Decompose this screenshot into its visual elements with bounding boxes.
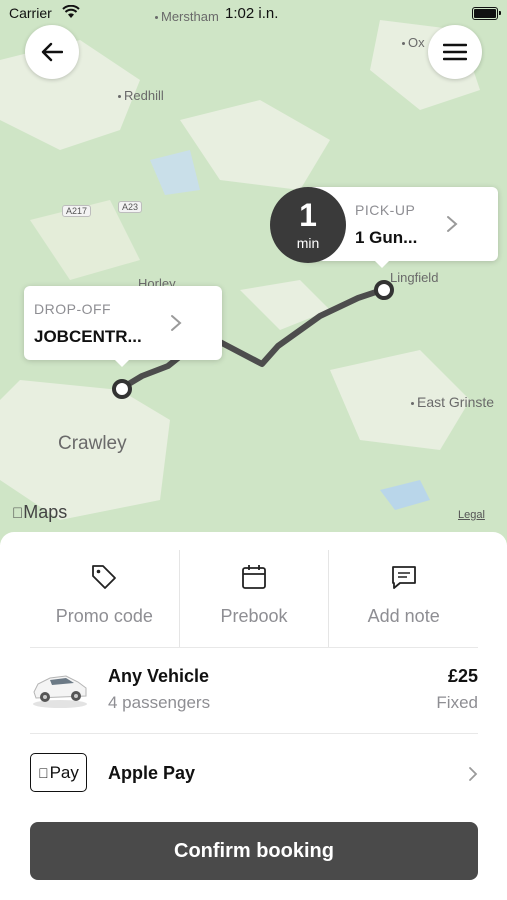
vehicle-name: Any Vehicle [108, 666, 210, 686]
dropoff-callout[interactable]: DROP-OFF JOBCENTR... [24, 286, 222, 360]
apple-icon:  [12, 505, 23, 522]
promo-code-label: Promo code [55, 606, 153, 626]
carrier-label: Carrier [9, 5, 52, 21]
prebook-label: Prebook [220, 606, 288, 626]
back-button[interactable] [25, 25, 79, 79]
menu-button[interactable] [428, 25, 482, 79]
vehicle-price: £25 [447, 666, 478, 686]
car-icon [33, 675, 87, 708]
dropoff-address: JOBCENTR... [34, 327, 142, 346]
chevron-right-icon [469, 767, 478, 781]
back-arrow-icon [41, 42, 63, 62]
pickup-callout-pointer [374, 260, 390, 268]
eta-value: 1 [299, 197, 317, 233]
dropoff-callout-pointer [114, 359, 130, 367]
prebook-button[interactable]: Prebook [178, 550, 329, 648]
wifi-icon [62, 5, 80, 18]
add-note-label: Add note [367, 606, 440, 626]
legal-link[interactable]: Legal [458, 509, 485, 521]
promo-code-button[interactable]: Promo code [30, 550, 179, 648]
tag-icon [92, 565, 117, 589]
payment-method-row[interactable]: Pay Apple Pay [30, 734, 478, 818]
payment-method-label: Apple Pay [108, 763, 196, 783]
chevron-right-icon [447, 216, 458, 232]
chevron-right-icon [171, 315, 182, 331]
status-bar: Carrier 1:02 i.n. [0, 0, 507, 28]
pickup-address: 1 Gun... [355, 228, 418, 247]
dropoff-marker [112, 379, 132, 399]
dropoff-label: DROP-OFF [34, 301, 112, 317]
battery-icon [472, 7, 501, 20]
message-icon [391, 566, 416, 589]
confirm-booking-button[interactable]: Confirm booking [30, 822, 478, 880]
calendar-icon [242, 565, 266, 589]
menu-icon [443, 43, 467, 61]
vehicle-option[interactable]: Any Vehicle 4 passengers £25 Fixed [30, 648, 478, 734]
vehicle-price-type: Fixed [436, 693, 478, 712]
pickup-marker [374, 280, 394, 300]
action-row: Promo code Prebook Add note [30, 550, 478, 648]
vehicle-passengers: 4 passengers [108, 693, 211, 712]
clock: 1:02 i.n. [225, 5, 279, 22]
maps-attribution: Maps [12, 502, 67, 522]
eta-unit: min [296, 235, 320, 251]
eta-badge: 1 min [270, 187, 346, 263]
apple-pay-badge: Pay [30, 753, 87, 792]
pickup-label: PICK-UP [355, 202, 416, 218]
booking-sheet: Promo code Prebook Add note Any Vehicle [0, 532, 507, 900]
map-view[interactable]: Merstham Ox Redhill Horley Lingfield Cra… [0, 0, 507, 545]
route-line [112, 280, 394, 399]
apple-icon:  [38, 765, 49, 781]
add-note-button[interactable]: Add note [328, 550, 478, 648]
